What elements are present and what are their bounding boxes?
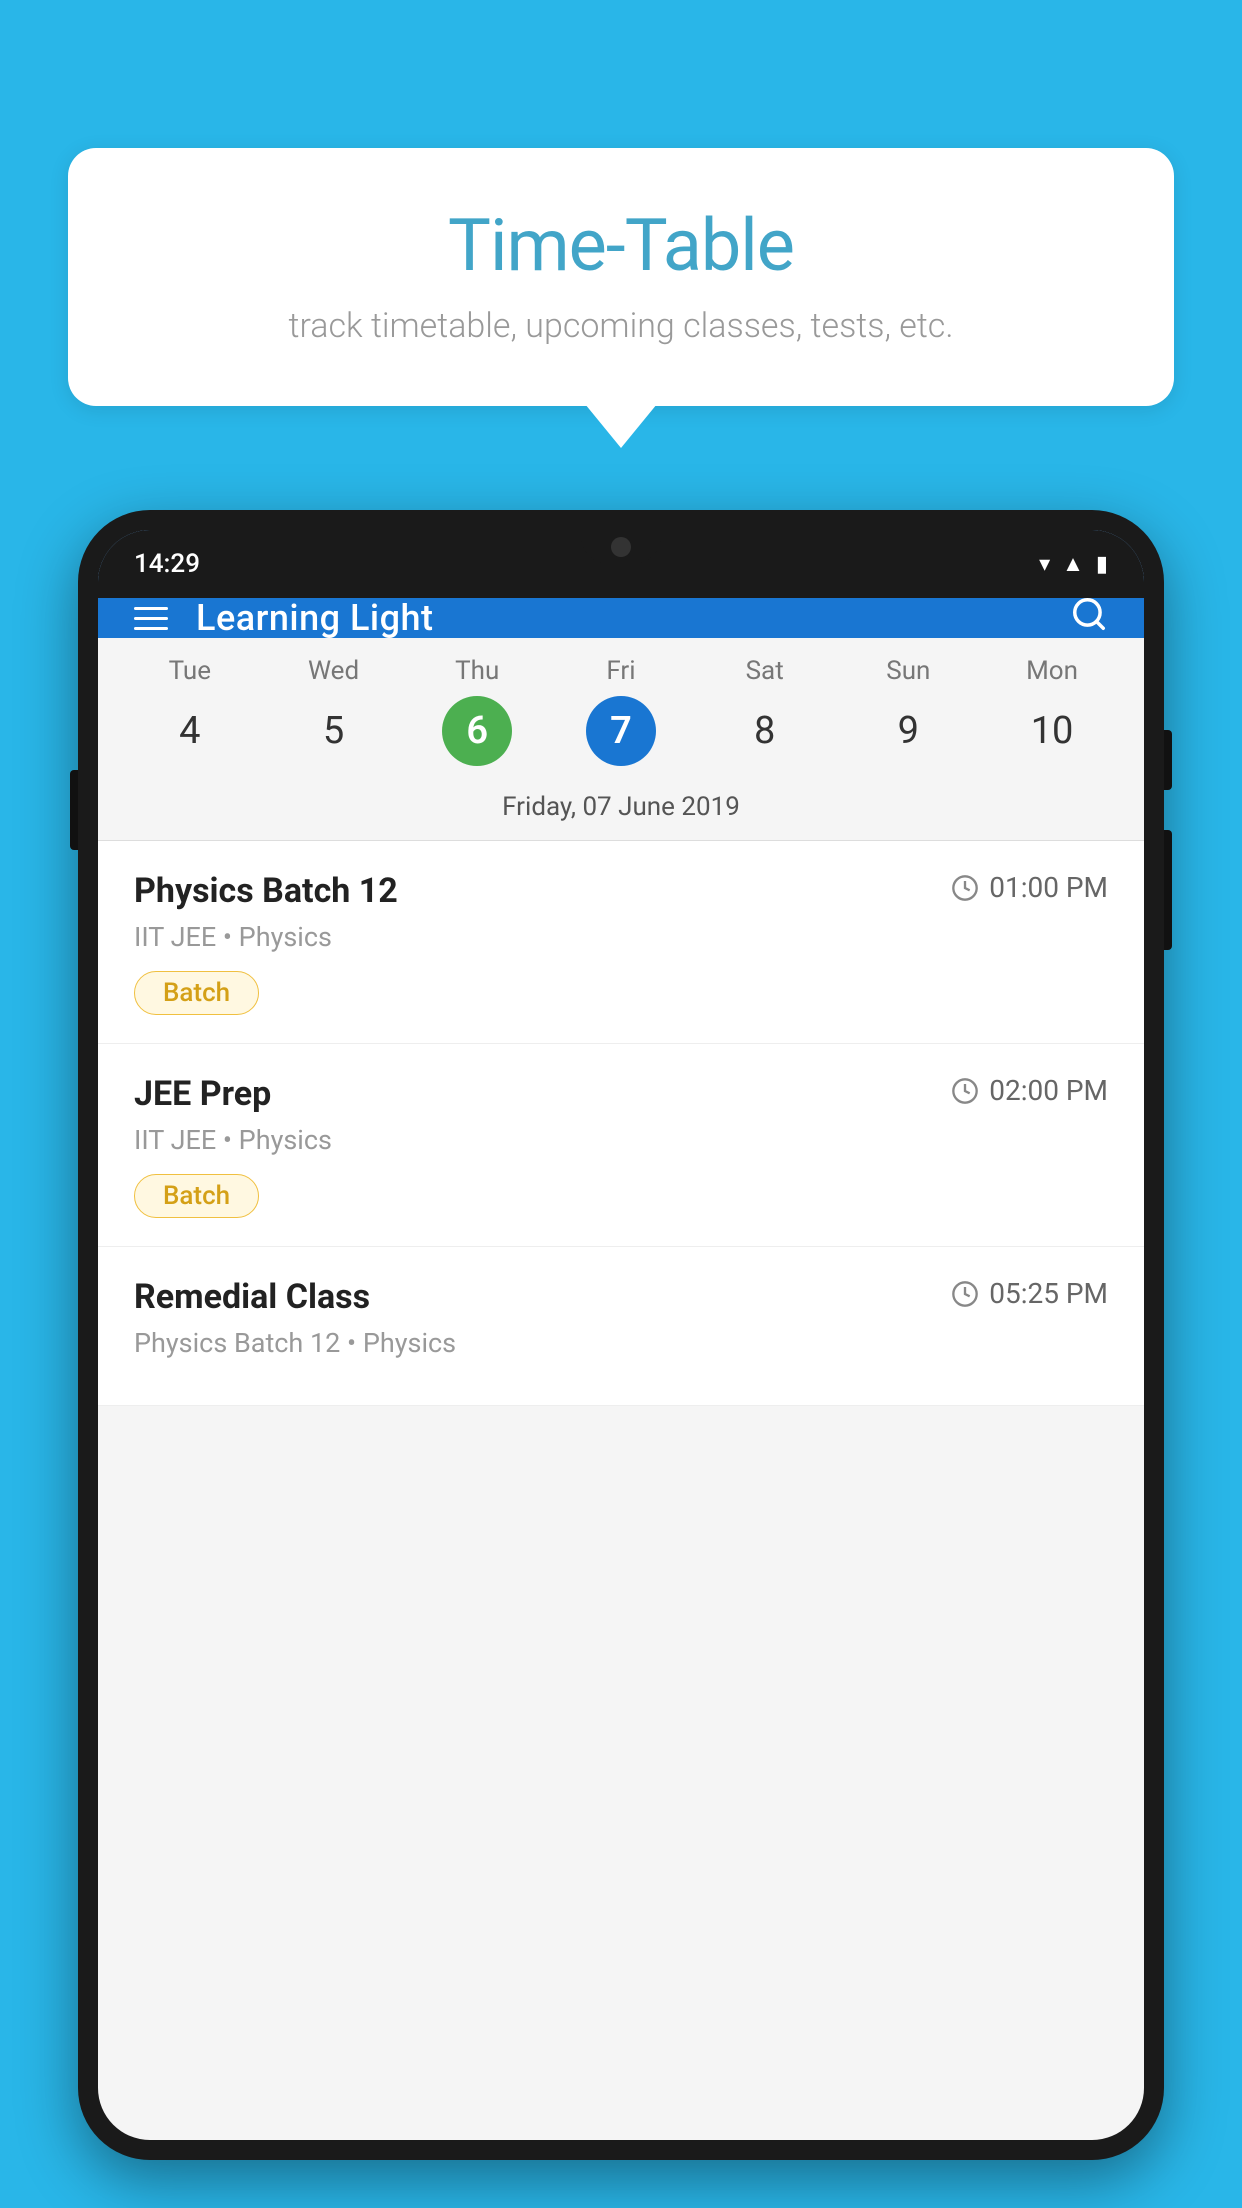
day-number: 4	[155, 696, 225, 766]
day-label: Thu	[455, 656, 499, 686]
app-bar-left: Learning Light	[134, 597, 433, 639]
days-row: Tue 4 Wed 5 Thu 6 Fri 7 Sat 8 Sun 9 Mon 10	[98, 656, 1144, 766]
class-meta: Physics Batch 12 • Physics	[134, 1327, 1108, 1359]
notch	[581, 530, 661, 564]
status-bar: 14:29 ▾ ▲ ▮	[98, 530, 1144, 598]
batch-tag: Batch	[134, 1174, 259, 1218]
hamburger-line-1	[134, 607, 168, 610]
bubble-title: Time-Table	[128, 203, 1114, 288]
clock-icon	[951, 1280, 979, 1308]
wifi-icon: ▾	[1039, 552, 1050, 577]
day-cell-wed[interactable]: Wed 5	[274, 656, 394, 766]
day-number: 9	[873, 696, 943, 766]
day-label: Wed	[308, 656, 359, 686]
class-meta: IIT JEE • Physics	[134, 921, 1108, 953]
class-name: JEE Prep	[134, 1074, 271, 1114]
search-button[interactable]	[1070, 595, 1108, 642]
day-label: Sun	[886, 656, 930, 686]
class-time: 05:25 PM	[951, 1277, 1108, 1310]
class-name: Physics Batch 12	[134, 871, 398, 911]
class-meta: IIT JEE • Physics	[134, 1124, 1108, 1156]
day-cell-thu[interactable]: Thu 6	[417, 656, 537, 766]
class-item[interactable]: Remedial Class 05:25 PM Physics Batch 12 •…	[98, 1247, 1144, 1406]
day-cell-tue[interactable]: Tue 4	[130, 656, 250, 766]
day-number: 10	[1017, 696, 1087, 766]
class-item-header: Remedial Class 05:25 PM	[134, 1277, 1108, 1317]
class-time: 02:00 PM	[951, 1074, 1108, 1107]
day-cell-sun[interactable]: Sun 9	[848, 656, 968, 766]
time-text: 02:00 PM	[989, 1074, 1108, 1107]
class-list: Physics Batch 12 01:00 PM IIT JEE • Physic…	[98, 841, 1144, 1406]
app-title: Learning Light	[196, 597, 433, 639]
hamburger-line-3	[134, 627, 168, 630]
class-item[interactable]: Physics Batch 12 01:00 PM IIT JEE • Physic…	[98, 841, 1144, 1044]
phone-mockup: 14:29 ▾ ▲ ▮ Learning Light	[78, 510, 1164, 2208]
side-button-volume-right	[1164, 830, 1172, 950]
clock-icon	[951, 1077, 979, 1105]
day-number: 7	[586, 696, 656, 766]
day-label: Sat	[746, 656, 784, 686]
class-item[interactable]: JEE Prep 02:00 PM IIT JEE • Physics Batch	[98, 1044, 1144, 1247]
class-item-header: JEE Prep 02:00 PM	[134, 1074, 1108, 1114]
day-number: 8	[730, 696, 800, 766]
time-text: 01:00 PM	[989, 871, 1108, 904]
day-cell-mon[interactable]: Mon 10	[992, 656, 1112, 766]
phone-outer: 14:29 ▾ ▲ ▮ Learning Light	[78, 510, 1164, 2160]
day-label: Mon	[1026, 656, 1078, 686]
batch-tag: Batch	[134, 971, 259, 1015]
menu-button[interactable]	[134, 607, 168, 630]
class-time: 01:00 PM	[951, 871, 1108, 904]
camera	[611, 537, 631, 557]
day-number: 5	[299, 696, 369, 766]
side-button-power	[1164, 730, 1172, 790]
hamburger-line-2	[134, 617, 168, 620]
battery-icon: ▮	[1096, 552, 1108, 577]
day-number: 6	[442, 696, 512, 766]
day-cell-sat[interactable]: Sat 8	[705, 656, 825, 766]
day-label: Fri	[606, 656, 635, 686]
bubble-subtitle: track timetable, upcoming classes, tests…	[128, 306, 1114, 346]
selected-date-label: Friday, 07 June 2019	[98, 778, 1144, 841]
clock-icon	[951, 874, 979, 902]
status-time: 14:29	[134, 549, 200, 579]
day-label: Tue	[169, 656, 211, 686]
time-text: 05:25 PM	[989, 1277, 1108, 1310]
class-name: Remedial Class	[134, 1277, 370, 1317]
phone-screen: Learning Light Tue4Wed5Thu6Fri7Sat8Sun9M…	[98, 530, 1144, 2140]
signal-icon: ▲	[1062, 551, 1084, 577]
speech-bubble: Time-Table track timetable, upcoming cla…	[68, 148, 1174, 406]
status-icons: ▾ ▲ ▮	[1039, 551, 1108, 577]
side-button-volume	[70, 770, 78, 850]
calendar-strip: Tue 4 Wed 5 Thu 6 Fri 7 Sat 8 Sun 9 Mon 10 Friday, 07…	[98, 638, 1144, 841]
class-item-header: Physics Batch 12 01:00 PM	[134, 871, 1108, 911]
day-cell-fri[interactable]: Fri 7	[561, 656, 681, 766]
